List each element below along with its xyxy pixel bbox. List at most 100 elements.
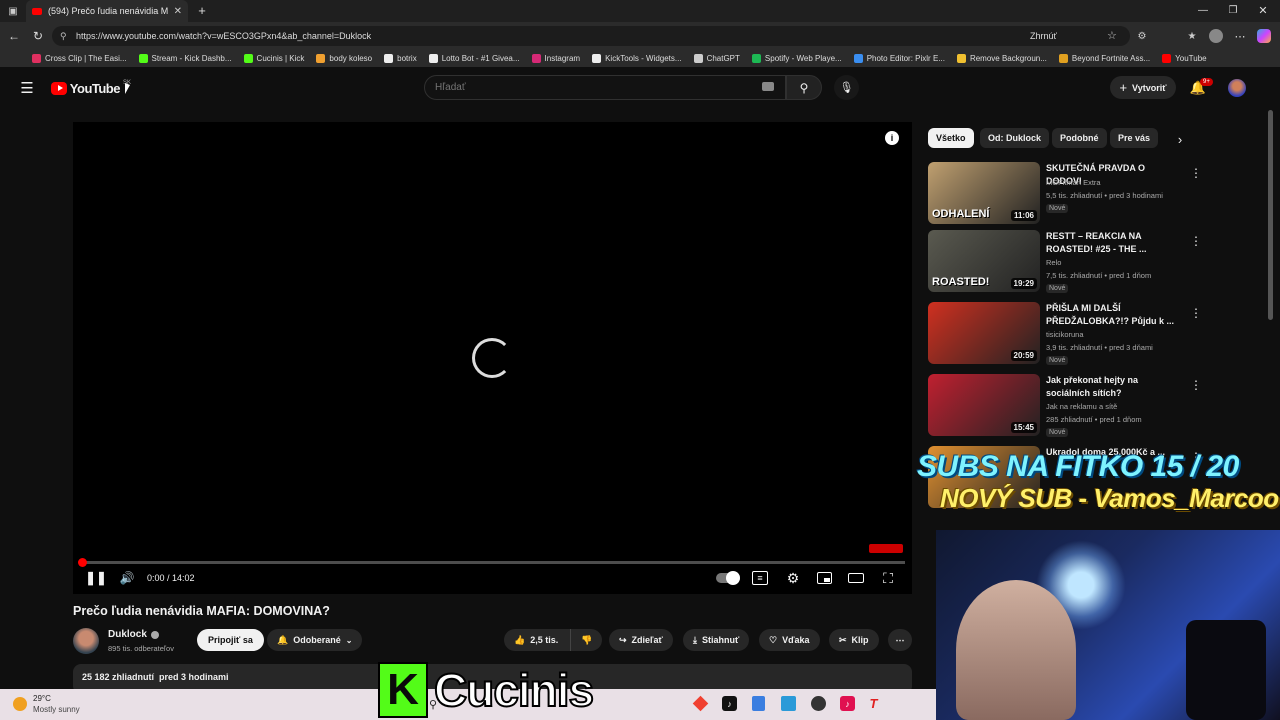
video-channel[interactable]: MGFitman Extra <box>1046 178 1101 187</box>
bookmark-item[interactable]: Cross Clip | The Easi... <box>32 54 127 63</box>
bookmark-item[interactable]: ChatGPT <box>693 54 740 63</box>
taskbar-tiktok-icon[interactable]: ♪ <box>722 696 737 711</box>
chip-from-channel[interactable]: Od: Duklock <box>980 128 1050 148</box>
bookmark-item[interactable]: YouTube <box>1162 54 1207 63</box>
fullscreen-icon[interactable]: ⛶ <box>880 570 896 586</box>
bookmark-label: Cucinis | Kick <box>256 54 305 63</box>
video-title[interactable]: PŘIŠLA MI DALŠÍ PŘEDŽALOBKA?!? Půjdu k .… <box>1046 302 1182 328</box>
bookmark-item[interactable]: Remove Backgroun... <box>956 54 1047 63</box>
clip-button[interactable]: ✂ Klip <box>829 629 879 651</box>
volume-icon[interactable]: 🔊 <box>119 570 135 586</box>
browser-tab-active[interactable]: (594) Prečo ľudia nenávidia MAFI... ✕ <box>26 0 188 22</box>
video-info-icon[interactable]: i <box>885 131 899 145</box>
extensions-icon[interactable]: ⚙ <box>1135 29 1149 43</box>
summarize-label[interactable]: Zhrnúť <box>1030 31 1057 41</box>
video-thumbnail[interactable]: ROASTED! 19:29 <box>928 230 1040 292</box>
youtube-logo[interactable]: YouTube SK <box>51 80 131 96</box>
more-actions-button[interactable]: ⋯ <box>888 629 912 651</box>
video-thumbnail[interactable]: 20:59 <box>928 302 1040 364</box>
video-channel[interactable]: Relo <box>1046 258 1061 267</box>
dislike-button[interactable]: 👎 <box>570 629 603 651</box>
bookmark-item[interactable]: KickTools - Widgets... <box>592 54 682 63</box>
bookmark-item[interactable]: Beyond Fortnite Ass... <box>1058 54 1150 63</box>
favorites-icon[interactable]: ★ <box>1185 29 1199 43</box>
back-icon[interactable]: ← <box>6 28 22 44</box>
reload-icon[interactable]: ↻ <box>30 28 46 44</box>
new-tab-icon[interactable]: + <box>194 2 210 18</box>
weather-sun-icon[interactable] <box>13 697 27 711</box>
taskbar-app-diamond-icon[interactable] <box>692 695 709 712</box>
recommended-video[interactable]: ROASTED! 19:29 RESTT – REAKCIA NA ROASTED!… <box>928 230 1268 294</box>
create-button[interactable]: + Vytvoriť <box>1110 76 1176 99</box>
recommended-video[interactable]: ODHALENÍ 11:06 SKUTEČNÁ PRAVDA O DODOVI MGF… <box>928 162 1268 226</box>
taskbar-capcut-icon[interactable]: ♪ <box>840 696 855 711</box>
taskbar-text-app-icon[interactable]: T <box>866 696 881 711</box>
subtitles-icon[interactable]: ≡ <box>752 571 768 585</box>
bookmark-item[interactable]: botrix <box>384 54 417 63</box>
keyboard-icon[interactable] <box>762 82 774 91</box>
bookmark-item[interactable]: Lotto Bot - #1 Givea... <box>428 54 520 63</box>
hamburger-menu-icon[interactable]: ☰ <box>18 80 36 97</box>
voice-search-button[interactable]: 🎙 <box>834 75 859 100</box>
video-channel[interactable]: tisicikoruna <box>1046 330 1084 339</box>
more-menu-icon[interactable]: ⋯ <box>1233 29 1247 43</box>
bookmark-item[interactable]: Instagram <box>531 54 580 63</box>
chip-for-you[interactable]: Pre vás <box>1110 128 1159 148</box>
close-window-icon[interactable]: ✕ <box>1256 3 1270 17</box>
taskbar-store-icon[interactable] <box>781 696 796 711</box>
subscribed-button[interactable]: 🔔 Odoberané ⌄ <box>267 629 363 651</box>
share-button[interactable]: ↪ Zdieľať <box>609 629 673 651</box>
progress-bar[interactable] <box>80 561 905 564</box>
video-thumbnail[interactable]: ODHALENÍ 11:06 <box>928 162 1040 224</box>
thanks-button[interactable]: ♡ Vďaka <box>759 629 820 651</box>
chip-related[interactable]: Podobné <box>1052 128 1107 148</box>
chips-next-arrow-icon[interactable]: › <box>1172 131 1188 147</box>
bookmark-item[interactable]: Cucinis | Kick <box>243 54 305 63</box>
join-button[interactable]: Pripojiť sa <box>197 629 264 651</box>
video-channel[interactable]: Jak na reklamu a sítě <box>1046 402 1117 411</box>
bookmark-favicon-icon <box>592 54 602 63</box>
video-title[interactable]: RESTT – REAKCIA NA ROASTED! #25 - THE ..… <box>1046 230 1182 256</box>
favorite-star-icon[interactable]: ☆ <box>1107 29 1117 42</box>
more-vertical-icon[interactable]: ⋮ <box>1190 234 1202 248</box>
copilot-icon[interactable] <box>1257 29 1271 43</box>
bookmark-item[interactable]: Spotify - Web Playe... <box>751 54 842 63</box>
bookmark-item[interactable]: body koleso <box>316 54 372 63</box>
profile-avatar[interactable] <box>1209 29 1223 43</box>
address-bar[interactable]: ⚲ https://www.youtube.com/watch?v=wESCO3… <box>52 26 1130 46</box>
close-tab-icon[interactable]: ✕ <box>174 6 182 17</box>
search-box[interactable] <box>424 75 786 100</box>
youtube-favicon-icon <box>32 7 42 15</box>
account-avatar[interactable] <box>1228 79 1246 97</box>
subscribe-watermark[interactable] <box>869 544 903 553</box>
search-button[interactable]: ⚲ <box>786 75 822 100</box>
pause-button[interactable]: ❚❚ <box>85 570 107 586</box>
minimize-icon[interactable]: — <box>1196 3 1210 17</box>
recommended-video[interactable]: 15:45 Jak překonat hejty na sociálních sí… <box>928 374 1268 438</box>
like-button[interactable]: 👍 2,5 tis. <box>504 629 571 651</box>
channel-avatar[interactable] <box>73 628 99 654</box>
bookmark-item[interactable]: Stream - Kick Dashb... <box>138 54 232 63</box>
channel-name[interactable]: Duklock <box>108 629 159 640</box>
taskbar-notepad-icon[interactable] <box>752 696 765 711</box>
more-vertical-icon[interactable]: ⋮ <box>1190 306 1202 320</box>
tab-actions-icon[interactable]: ▣ <box>6 4 20 18</box>
theater-mode-icon[interactable] <box>848 573 864 583</box>
video-title[interactable]: Jak překonat hejty na sociálních sítích? <box>1046 374 1182 400</box>
taskbar-obs-icon[interactable] <box>811 696 826 711</box>
download-button[interactable]: ⤓ Stiahnuť <box>683 629 750 651</box>
scrollbar-thumb[interactable] <box>1268 110 1273 320</box>
settings-gear-icon[interactable]: ⚙ <box>784 569 802 587</box>
search-input[interactable] <box>435 82 735 93</box>
recommended-video[interactable]: 20:59 PŘIŠLA MI DALŠÍ PŘEDŽALOBKA?!? Půjd… <box>928 302 1268 366</box>
miniplayer-icon[interactable] <box>817 572 832 584</box>
more-vertical-icon[interactable]: ⋮ <box>1190 166 1202 180</box>
video-thumbnail[interactable]: 15:45 <box>928 374 1040 436</box>
site-info-icon[interactable]: ⚲ <box>60 31 67 42</box>
progress-scrubber[interactable] <box>78 558 87 567</box>
restore-icon[interactable]: ❐ <box>1226 3 1240 17</box>
chip-all[interactable]: Všetko <box>928 128 974 148</box>
autoplay-toggle[interactable] <box>716 571 740 585</box>
bookmark-item[interactable]: Photo Editor: Pixlr E... <box>853 54 945 63</box>
more-vertical-icon[interactable]: ⋮ <box>1190 378 1202 392</box>
